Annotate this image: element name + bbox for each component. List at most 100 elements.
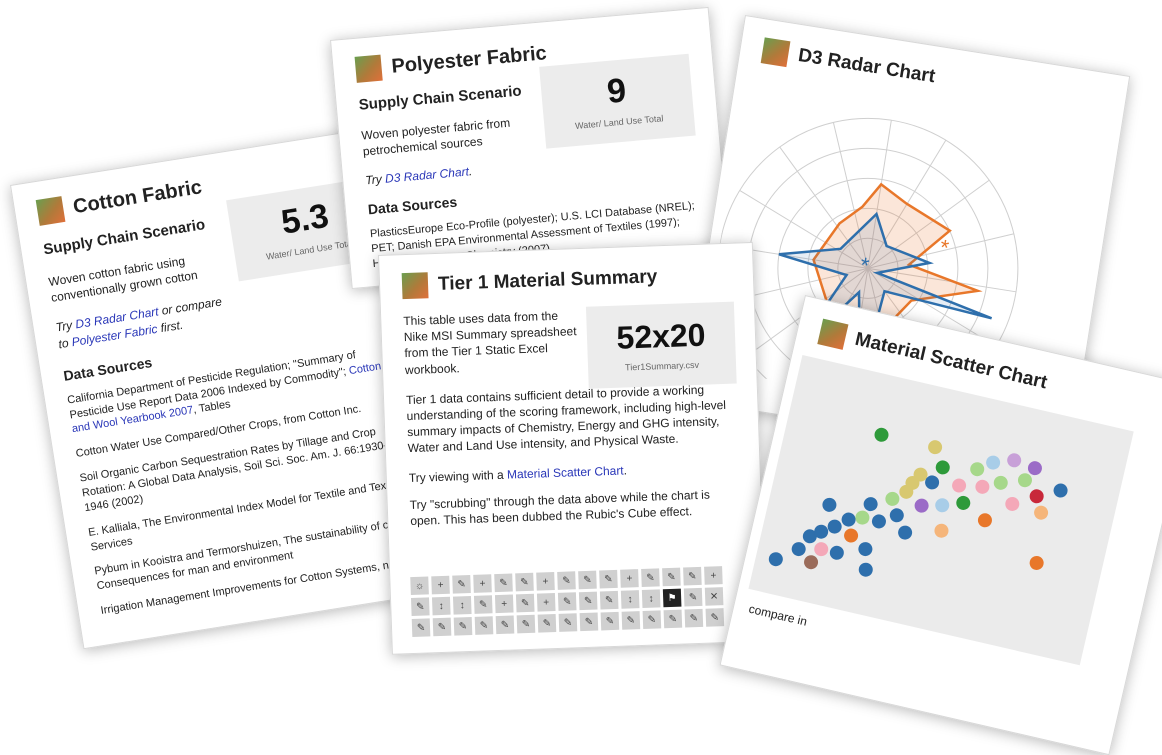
scatter-point[interactable] [813,541,830,558]
grid-cell-icon[interactable]: ✎ [578,591,598,611]
grid-cell-icon[interactable]: ✎ [432,617,452,637]
grid-cell-icon[interactable]: ✎ [494,573,513,593]
scatter-point[interactable] [977,512,994,529]
grid-cell-icon[interactable]: ✎ [683,566,702,586]
grid-cell-icon[interactable]: ✎ [537,614,557,633]
tier1-scatter-link[interactable]: Material Scatter Chart [507,463,624,481]
scatter-point[interactable] [826,518,843,535]
polyester-try-suffix: . [468,164,473,179]
scatter-point[interactable] [857,561,874,578]
grid-cell-icon[interactable]: + [620,569,639,588]
grid-cell-icon[interactable]: ✎ [558,613,578,632]
grid-cell-icon[interactable]: + [431,575,450,595]
polyester-radar-link[interactable]: D3 Radar Chart [385,165,470,186]
scatter-point[interactable] [955,495,972,512]
scatter-point[interactable] [927,439,944,456]
grid-cell-icon[interactable]: ✎ [683,587,703,607]
grid-cell-icon[interactable]: ↕ [620,590,640,609]
grid-cell-icon[interactable]: ✎ [452,574,471,594]
scatter-point[interactable] [974,478,991,495]
grid-cell-icon[interactable]: + [704,566,723,585]
scatter-point[interactable] [828,544,845,561]
scatter-point[interactable] [1006,452,1023,469]
scatter-point[interactable] [803,554,820,571]
material-logo-icon [35,196,66,226]
grid-cell-icon[interactable]: + [473,574,492,593]
grid-cell-icon[interactable]: ✎ [474,616,494,635]
grid-cell-icon[interactable]: ↕ [452,595,472,615]
tier1-summary-card[interactable]: Tier 1 Material Summary This table uses … [378,241,767,655]
grid-cell-icon[interactable]: ✕ [704,587,724,606]
grid-cell-icon[interactable]: ✎ [557,571,576,590]
grid-cell-icon[interactable]: ✎ [515,572,534,592]
grid-cell-icon[interactable]: ✎ [557,592,577,611]
tier1-try-text: Try viewing with a Material Scatter Char… [409,459,738,485]
grid-cell-icon[interactable]: ✎ [641,568,660,587]
cotton-try-prefix: Try [54,317,77,335]
scatter-point[interactable] [1027,460,1044,477]
scatter-point[interactable] [767,551,784,568]
scatter-point[interactable] [913,497,930,514]
polyester-title-text: Polyester Fabric [390,41,548,78]
grid-cell-icon[interactable]: ✎ [411,618,431,638]
scatter-point[interactable] [969,461,986,478]
scatter-point[interactable] [951,477,968,494]
material-logo-icon [354,54,383,83]
material-logo-icon [760,37,791,68]
grid-cell-icon[interactable]: ✎ [705,608,725,627]
grid-cell-icon[interactable]: ☼ [410,576,429,596]
grid-cell-icon[interactable]: ✎ [516,614,536,634]
scatter-point[interactable] [873,426,890,443]
scatter-point[interactable] [871,513,888,530]
material-logo-icon [817,318,849,350]
scatter-point[interactable] [934,497,951,514]
scatter-point[interactable] [985,454,1002,471]
scatter-point[interactable] [821,496,838,513]
scatter-point[interactable] [884,490,901,507]
scatter-point[interactable] [857,541,874,558]
scatter-point[interactable] [840,511,857,528]
scatter-point[interactable] [854,509,871,526]
grid-cell-icon[interactable]: + [494,594,514,614]
tier1-stat-value: 52x20 [615,316,707,356]
scatter-point[interactable] [934,459,951,476]
grid-cell-icon[interactable]: ✎ [663,609,683,629]
scatter-point[interactable] [790,541,807,558]
grid-cell-icon[interactable]: + [536,593,556,612]
grid-cell-icon[interactable]: ✎ [642,610,662,629]
scatter-point[interactable] [1052,482,1069,499]
scatter-point[interactable] [888,507,905,524]
tier1-data-grid[interactable]: ☼ + ✎ + ✎ ✎ + ✎ ✎ ✎ + ✎ ✎ ✎ + ✎ ↕ ↕ ✎ + ✎ + ✎ ✎ ✎ ↕ ↕ ⚑ ✎ ✕ ✎ ✎ ✎ ✎ ✎ ✎ ✎ ✎ ✎ ✎… [410,566,725,638]
grid-cell-icon[interactable]: ✎ [453,616,473,636]
cotton-source-1-tail: , Tables [192,398,232,417]
grid-cell-icon[interactable]: + [536,572,555,591]
scatter-point[interactable] [1004,496,1021,513]
grid-cell-icon[interactable]: ⚑ [662,588,682,608]
scatter-point[interactable] [1033,504,1050,521]
grid-cell-icon[interactable]: ✎ [600,611,620,631]
radar-title-text: D3 Radar Chart [796,44,937,88]
tier1-stat-box: 52x20 Tier1Summary.csv [585,301,737,389]
grid-cell-icon[interactable]: ✎ [473,595,493,614]
scatter-point[interactable] [1028,488,1045,505]
scatter-point[interactable] [1028,555,1045,572]
grid-cell-icon[interactable]: ✎ [662,567,681,587]
grid-cell-icon[interactable]: ↕ [641,589,661,608]
scatter-point[interactable] [933,522,950,539]
grid-cell-icon[interactable]: ✎ [599,569,618,589]
scatter-point[interactable] [843,527,860,544]
grid-cell-icon[interactable]: ↕ [431,596,451,616]
grid-cell-icon[interactable]: ✎ [410,597,430,617]
scatter-point[interactable] [1017,472,1034,489]
grid-cell-icon[interactable]: ✎ [599,590,619,610]
grid-cell-icon[interactable]: ✎ [621,611,641,630]
grid-cell-icon[interactable]: ✎ [495,615,515,635]
grid-cell-icon[interactable]: ✎ [578,570,597,590]
tier1-body: Tier 1 data contains sufficient detail t… [405,382,727,456]
scatter-point[interactable] [992,474,1009,491]
cotton-try-suffix: first. [156,317,185,336]
grid-cell-icon[interactable]: ✎ [515,593,535,613]
grid-cell-icon[interactable]: ✎ [684,608,704,628]
scatter-point[interactable] [862,496,879,513]
scatter-point[interactable] [897,524,914,541]
